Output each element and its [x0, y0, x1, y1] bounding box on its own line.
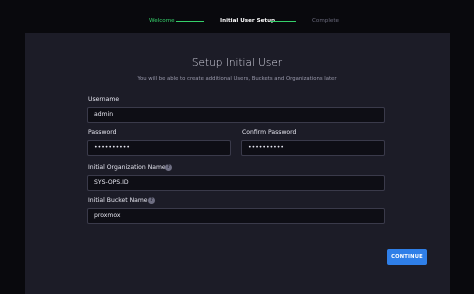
username-field[interactable]: admin	[87, 107, 385, 123]
page-subtitle: You will be able to create additional Us…	[137, 76, 337, 82]
step-connector-2	[270, 21, 296, 22]
step-complete: Complete	[312, 18, 339, 24]
confirm-password-field[interactable]: ••••••••••	[241, 140, 385, 156]
continue-button[interactable]: CONTINUE	[387, 249, 427, 265]
page-title: Setup Initial User	[191, 57, 283, 69]
step-connector-1	[176, 21, 204, 22]
organization-name-label: Initial Organization Name	[88, 164, 166, 171]
organization-name-field[interactable]: SYS-OPS.ID	[87, 175, 385, 191]
bucket-name-label: Initial Bucket Name	[88, 197, 148, 204]
bucket-name-field[interactable]: proxmox	[87, 208, 385, 224]
confirm-password-label: Confirm Password	[242, 129, 297, 136]
step-welcome: Welcome	[149, 18, 175, 24]
password-label: Password	[88, 129, 117, 136]
setup-stepper: Welcome Initial User Setup Complete	[0, 14, 474, 28]
bucket-help-icon[interactable]: ?	[148, 197, 155, 204]
organization-help-icon[interactable]: ?	[165, 164, 172, 171]
password-field[interactable]: ••••••••••	[87, 140, 231, 156]
username-label: Username	[88, 96, 120, 103]
step-initial-user-setup: Initial User Setup	[220, 18, 276, 24]
